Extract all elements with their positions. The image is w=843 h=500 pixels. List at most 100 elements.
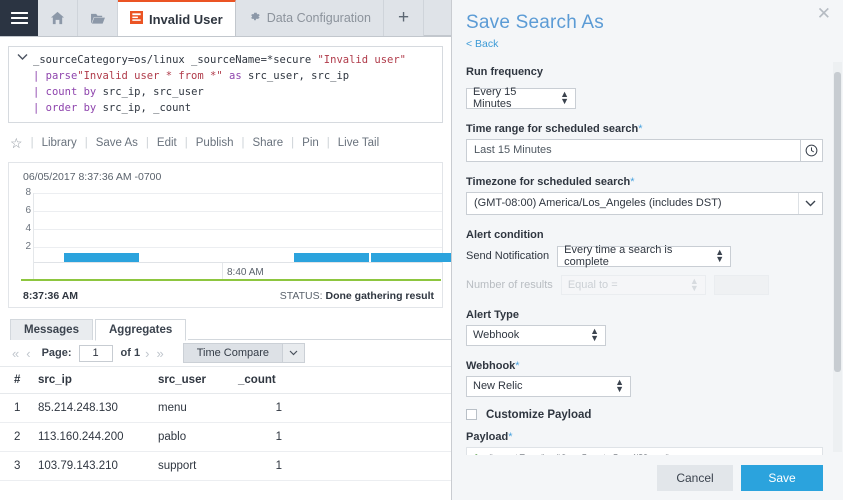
send-notification-select[interactable]: Every time a search is complete ▲ ▼ <box>557 244 732 268</box>
alert-type-label: Alert Type <box>466 308 519 321</box>
customize-payload-row[interactable]: Customize Payload <box>466 409 823 421</box>
chevron-down-icon[interactable] <box>283 343 306 363</box>
cell-src-user: support <box>154 451 234 481</box>
action-share[interactable]: Share <box>244 137 291 149</box>
customize-payload-checkbox[interactable] <box>466 409 477 420</box>
results-tab-bar: Messages Aggregates <box>10 317 451 341</box>
query-line-4-pipe: | <box>33 102 46 114</box>
customize-payload-label: Customize Payload <box>486 408 592 421</box>
column-header-index[interactable]: # <box>0 367 34 394</box>
action-pin[interactable]: Pin <box>294 137 327 149</box>
number-of-results-operator-select: Equal to = ▲ ▼ <box>560 274 706 295</box>
page-label: Page: <box>41 347 72 359</box>
payload-editor[interactable]: { "eventType": "SumoEventsFromNRDrew", "… <box>466 446 823 455</box>
progress-bar <box>21 279 441 281</box>
double-chevron-left-icon[interactable]: « <box>10 346 21 361</box>
add-tab-button[interactable]: + <box>384 0 425 36</box>
timezone-label-text: Timezone for scheduled search <box>466 175 631 188</box>
webhook-value: New Relic <box>473 380 523 392</box>
save-search-panel: ✕ Save Search As < Back Run frequency Ev… <box>452 0 843 500</box>
required-marker: * <box>515 359 520 372</box>
column-header-count[interactable]: _count <box>234 367 286 394</box>
table-row[interactable]: 1 85.214.248.130 menu 1 <box>0 393 451 423</box>
close-icon[interactable]: ✕ <box>817 6 831 23</box>
y-tick-2: 2 <box>25 241 31 252</box>
column-header-src-user[interactable]: src_user <box>154 367 234 394</box>
save-button[interactable]: Save <box>741 464 823 491</box>
histogram-chart[interactable]: 06/05/2017 8:37:36 AM -0700 8 6 4 2 8:40… <box>8 162 451 308</box>
cell-count: 1 <box>234 422 286 452</box>
time-compare-button[interactable]: Time Compare <box>182 343 306 363</box>
home-icon[interactable] <box>38 0 78 36</box>
payload-label-text: Payload <box>466 430 509 443</box>
chevron-down-icon[interactable] <box>11 52 33 116</box>
gridline <box>33 247 442 248</box>
number-of-results-row: Number of results Equal to = ▲ ▼ <box>466 274 823 295</box>
page-input[interactable] <box>78 344 113 362</box>
panel-scrollbar[interactable] <box>833 62 842 452</box>
chart-timestamp: 06/05/2017 8:37:36 AM -0700 <box>23 171 162 183</box>
chevron-left-icon[interactable]: ‹ <box>24 346 32 361</box>
results-tab-filler <box>188 317 451 340</box>
chart-start-time: 8:37:36 AM <box>23 290 79 302</box>
alert-condition-label: Alert condition <box>466 228 544 241</box>
query-line-1-b: "Invalid user" <box>317 54 406 66</box>
chart-status-row: 8:37:36 AM STATUS: Done gathering result <box>9 290 442 302</box>
gear-icon <box>248 10 261 26</box>
action-save-as[interactable]: Save As <box>88 137 146 149</box>
query-line-2-tail: src_user, src_ip <box>247 70 350 82</box>
tab-aggregates[interactable]: Aggregates <box>94 319 187 341</box>
page-title: Save Search As <box>466 12 604 33</box>
hamburger-icon[interactable] <box>0 0 38 36</box>
timezone-label: Timezone for scheduled search* <box>466 176 823 188</box>
column-header-src-ip[interactable]: src_ip <box>34 367 154 394</box>
query-line-3-pipe: | <box>33 86 46 98</box>
star-icon[interactable]: ☆ <box>10 135 23 152</box>
query-text: _sourceCategory=os/linux _sourceName=*se… <box>33 52 438 116</box>
search-pane: Invalid User Data Configuration + _sourc… <box>0 0 452 500</box>
panel-button-row: Cancel Save <box>452 455 843 500</box>
results-table: # src_ip src_user _count 1 85.214.248.13… <box>0 367 451 481</box>
search-actions-toolbar: ☆ | Library | Save As | Edit | Publish |… <box>0 131 451 155</box>
chevron-right-icon[interactable]: › <box>143 346 151 361</box>
cell-src-ip: 113.160.244.200 <box>34 422 154 452</box>
webhook-select[interactable]: New Relic ▲ ▼ <box>466 375 631 397</box>
cancel-button[interactable]: Cancel <box>657 464 733 491</box>
send-notification-label: Send Notification <box>466 250 550 262</box>
timezone-select[interactable]: (GMT-08:00) America/Los_Angeles (include… <box>466 191 823 215</box>
time-range-input[interactable] <box>466 138 800 162</box>
tab-data-configuration[interactable]: Data Configuration <box>236 0 384 36</box>
tab-invalid-user[interactable]: Invalid User <box>118 0 236 36</box>
action-live-tail[interactable]: Live Tail <box>330 137 387 149</box>
back-link[interactable]: < Back <box>466 38 498 50</box>
table-row[interactable]: 2 113.160.244.200 pablo 1 <box>0 422 451 452</box>
action-edit[interactable]: Edit <box>149 137 185 149</box>
stepper-icon: ▲ ▼ <box>590 326 599 343</box>
clock-icon[interactable] <box>800 138 823 162</box>
table-row[interactable]: 3 103.79.143.210 support 1 <box>0 451 451 481</box>
action-library[interactable]: Library <box>34 137 85 149</box>
chart-plot-area: 8 6 4 2 8:40 AM <box>9 187 451 281</box>
alert-type-select[interactable]: Webhook ▲ ▼ <box>466 324 606 346</box>
required-marker: * <box>508 430 513 443</box>
timezone-value: (GMT-08:00) America/Los_Angeles (include… <box>474 197 722 209</box>
query-line-2-kw: parse <box>45 70 78 82</box>
query-line-3-tail: src_ip, src_user <box>102 86 204 98</box>
tab-label: Data Configuration <box>266 11 371 25</box>
cell-src-ip: 85.214.248.130 <box>34 393 154 423</box>
run-frequency-select[interactable]: Every 15 Minutes ▲ ▼ <box>466 86 576 110</box>
search-query-box[interactable]: _sourceCategory=os/linux _sourceName=*se… <box>8 46 443 123</box>
stepper-icon: ▲ ▼ <box>560 89 569 106</box>
alert-type-value: Webhook <box>473 329 520 341</box>
time-compare-label[interactable]: Time Compare <box>182 343 284 363</box>
stepper-icon: ▲ ▼ <box>689 275 699 293</box>
scrollbar-thumb[interactable] <box>834 72 841 372</box>
tab-messages[interactable]: Messages <box>10 319 93 340</box>
folder-icon[interactable] <box>78 0 118 36</box>
gridline <box>33 229 442 230</box>
double-chevron-right-icon[interactable]: » <box>154 346 165 361</box>
pagination-bar: « ‹ Page: of 1 › » Time Compare <box>0 340 451 367</box>
y-tick-4: 4 <box>25 223 31 234</box>
run-frequency-label: Run frequency <box>466 66 544 78</box>
action-publish[interactable]: Publish <box>188 137 242 149</box>
